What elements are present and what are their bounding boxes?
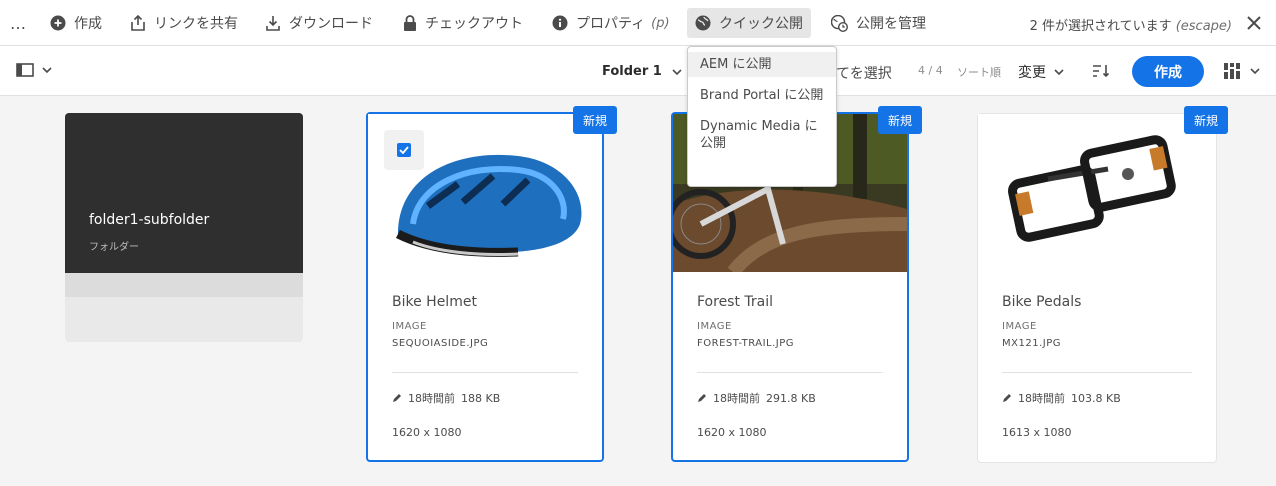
asset-type: IMAGE [1002, 321, 1037, 332]
asset-size: 291.8 KB [766, 391, 816, 405]
action-bar: … 作成 リンクを共有 ダウンロード チェックアウト プロパティ (p) クイッ… [0, 0, 1276, 46]
divider [697, 372, 883, 373]
info-icon [552, 15, 568, 31]
create-action-label: 作成 [74, 16, 102, 32]
folder-name: folder1-subfolder [89, 212, 210, 228]
folder-title-select[interactable]: Folder 1 [602, 64, 682, 79]
chevron-down-icon [42, 67, 52, 73]
create-button[interactable]: 作成 [1132, 56, 1204, 87]
asset-type: IMAGE [697, 321, 732, 332]
selection-escape-hint: (escape) [1175, 19, 1232, 34]
new-badge: 新規 [878, 106, 922, 134]
asset-thumbnail [978, 114, 1216, 272]
properties-action[interactable]: プロパティ (p) [552, 8, 670, 38]
sidebar-icon [16, 63, 34, 77]
folder-card[interactable]: folder1-subfolder フォルダー [65, 113, 303, 342]
manage-publication-action[interactable]: 公開を管理 [831, 8, 926, 38]
view-switcher[interactable] [1224, 63, 1260, 79]
checkmark-icon [397, 143, 411, 157]
asset-modified: 18時間前 [408, 392, 455, 405]
rail-toggle-button[interactable] [16, 63, 52, 77]
quick-publish-label: クイック公開 [719, 16, 803, 32]
create-action[interactable]: 作成 [50, 8, 102, 38]
chevron-down-icon [672, 68, 682, 75]
asset-meta: 18時間前 188 KB [392, 390, 500, 406]
sort-label: ソート順 [957, 66, 1001, 79]
chevron-down-icon [1054, 69, 1064, 75]
more-icon: … [10, 13, 27, 33]
asset-meta: 18時間前 291.8 KB [697, 390, 816, 406]
globe-icon [695, 15, 711, 31]
more-actions-button[interactable]: … [10, 8, 27, 38]
asset-dimensions: 1613 x 1080 [1002, 426, 1072, 439]
select-all-link[interactable]: てを選択 [836, 63, 892, 83]
content-toolbar: Folder 1 てを選択 4 / 4 ソート順 変更 作成 [0, 46, 1276, 96]
new-badge: 新規 [573, 106, 617, 134]
divider [392, 372, 578, 373]
asset-title: Forest Trail [697, 294, 774, 310]
card-view-icon [1224, 63, 1240, 79]
checkout-label: チェックアウト [425, 16, 523, 32]
download-icon [266, 16, 280, 31]
asset-card-bike-pedals[interactable]: 新規 Bike Pedals IMAGE MX121.JPG 18時間前 103… [977, 106, 1228, 463]
asset-dimensions: 1620 x 1080 [392, 426, 462, 439]
bike-pedals-image [1008, 135, 1176, 242]
asset-card-bike-helmet[interactable]: 新規 Bike Helmet IMAGE SEQUOIASIDE.JPG 18時… [366, 106, 617, 462]
quick-publish-action[interactable]: クイック公開 [687, 8, 811, 38]
item-count: 4 / 4 [918, 64, 943, 77]
asset-filename: SEQUOIASIDE.JPG [392, 338, 489, 349]
asset-modified: 18時間前 [713, 392, 760, 405]
asset-meta: 18時間前 103.8 KB [1002, 390, 1121, 406]
properties-label: プロパティ [576, 16, 646, 32]
asset-dimensions: 1620 x 1080 [697, 426, 767, 439]
sort-select[interactable]: 変更 [1018, 62, 1064, 82]
quick-publish-menu: AEM に公開 Brand Portal に公開 Dynamic Media に… [687, 46, 837, 187]
sort-direction-icon[interactable] [1092, 63, 1110, 79]
share-icon [131, 15, 145, 31]
asset-title: Bike Helmet [392, 294, 477, 310]
chevron-down-icon [1250, 68, 1260, 74]
sort-value: 変更 [1018, 65, 1046, 81]
manage-publication-label: 公開を管理 [856, 16, 926, 32]
asset-title: Bike Pedals [1002, 294, 1082, 310]
folder-thumbnail: folder1-subfolder フォルダー [65, 113, 303, 273]
select-checkbox[interactable] [384, 130, 424, 170]
asset-modified: 18時間前 [1018, 392, 1065, 405]
globe-clock-icon [831, 14, 848, 32]
selection-count: 2 件が選択されています [1029, 19, 1172, 34]
divider [1002, 372, 1192, 373]
pencil-icon [1003, 394, 1011, 402]
lock-icon [404, 15, 416, 31]
plus-circle-icon [50, 15, 66, 31]
folder-title: Folder 1 [602, 64, 662, 79]
download-label: ダウンロード [289, 16, 373, 32]
menu-item-publish-aem[interactable]: AEM に公開 [688, 52, 836, 77]
folder-type: フォルダー [89, 242, 139, 253]
share-link-label: リンクを共有 [154, 16, 238, 32]
asset-filename: MX121.JPG [1002, 338, 1061, 349]
menu-item-publish-dynamic-media[interactable]: Dynamic Media に公開 [688, 114, 836, 156]
properties-shortcut: (p) [651, 15, 670, 31]
close-icon[interactable] [1246, 15, 1262, 31]
new-badge: 新規 [1184, 106, 1228, 134]
share-link-action[interactable]: リンクを共有 [130, 8, 238, 38]
pencil-icon [698, 394, 706, 402]
download-action[interactable]: ダウンロード [265, 8, 373, 38]
asset-size: 188 KB [461, 391, 501, 405]
folder-band [65, 273, 303, 297]
checkout-action[interactable]: チェックアウト [403, 8, 523, 38]
selection-status: 2 件が選択されています (escape) [1030, 15, 1232, 34]
pencil-icon [393, 394, 401, 402]
menu-item-publish-brand-portal[interactable]: Brand Portal に公開 [688, 83, 836, 108]
asset-type: IMAGE [392, 321, 427, 332]
asset-size: 103.8 KB [1071, 391, 1121, 405]
asset-filename: FOREST-TRAIL.JPG [697, 338, 795, 349]
